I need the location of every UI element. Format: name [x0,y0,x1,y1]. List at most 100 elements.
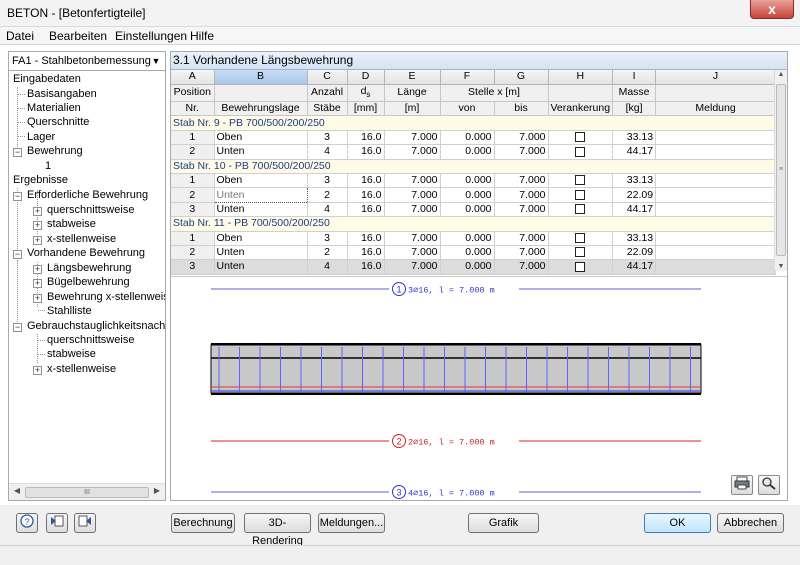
scroll-thumb[interactable]: III [25,487,149,498]
verankerung-cell[interactable] [548,144,614,160]
tree-item-bewehrung-1[interactable]: 1 [45,159,51,173]
meldung-cell[interactable] [655,130,777,146]
table-cell[interactable]: 33.13 [612,130,657,146]
expand-icon[interactable]: + [33,279,42,288]
table-cell[interactable]: 16.0 [347,173,385,189]
table-cell[interactable]: 2 [171,187,215,203]
table-cell[interactable]: 0.000 [440,144,495,160]
menu-einstellungen[interactable]: Einstellungen [115,29,187,43]
tree-item-gzg-x-stellenweise[interactable]: x-stellenweise [47,362,116,376]
column-letter[interactable]: I [612,70,657,85]
table-cell[interactable]: 0.000 [440,187,495,203]
table-row[interactable]: 1 Oben 3 16.0 7.000 0.000 7.000 33.13 [171,231,777,246]
verankerung-checkbox[interactable] [575,261,586,272]
tree-item-erforderliche-bewehrung[interactable]: Erforderliche Bewehrung [27,188,148,202]
expand-icon[interactable]: + [33,236,42,245]
verankerung-cell[interactable] [548,202,614,218]
tree-item-basisangaben[interactable]: Basisangaben [27,87,97,101]
tree-item-gebrauchstauglichkeit[interactable]: Gebrauchstauglichkeitsnachweis [27,319,165,333]
table-cell[interactable]: 3 [307,130,348,146]
table-cell[interactable]: 7.000 [384,231,441,246]
table-cell[interactable]: 7.000 [384,144,441,160]
table-cell[interactable]: 1 [171,173,215,189]
table-row[interactable]: 3 Unten 4 16.0 7.000 0.000 7.000 44.17 [171,202,777,218]
table-row[interactable]: 3 Unten 4 16.0 7.000 0.000 7.000 44.17 [171,259,777,275]
column-letter[interactable]: G [494,70,549,85]
tree-item-ergebnisse[interactable]: Ergebnisse [13,173,68,187]
table-cell[interactable]: 7.000 [494,173,549,189]
verankerung-checkbox[interactable] [575,247,586,258]
table-cell[interactable]: 3 [307,231,348,246]
table-cell[interactable]: 0.000 [440,245,495,261]
table-cell[interactable]: 7.000 [384,202,441,218]
table-cell[interactable]: Unten [214,259,308,275]
table-cell[interactable]: 7.000 [494,259,549,275]
meldung-cell[interactable] [655,202,777,218]
table-cell[interactable]: 0.000 [440,231,495,246]
navigator-hscrollbar[interactable]: ◀ III ▶ [9,483,165,500]
scroll-right-icon[interactable]: ▶ [151,486,163,495]
tree-item-materialien[interactable]: Materialien [27,101,81,115]
verankerung-cell[interactable] [548,173,614,189]
tree-item-stahlliste[interactable]: Stahlliste [47,304,92,318]
table-cell[interactable]: 2 [307,187,348,203]
tree-item-bewehrung-x-stellenweise[interactable]: Bewehrung x-stellenweise [47,290,165,304]
tree-item-buegelbewehrung[interactable]: Bügelbewehrung [47,275,130,289]
table-cell[interactable]: 7.000 [384,259,441,275]
table-row[interactable]: 1 Oben 3 16.0 7.000 0.000 7.000 33.13 [171,130,777,146]
table-cell[interactable]: Oben [214,173,308,189]
expand-icon[interactable]: + [33,221,42,230]
table-cell[interactable]: Unten [214,245,308,261]
collapse-icon[interactable]: − [13,250,22,259]
table-cell[interactable]: 16.0 [347,187,385,203]
close-button[interactable]: x [750,0,794,19]
help-button[interactable]: ? [16,513,38,533]
collapse-icon[interactable]: − [13,148,22,157]
verankerung-cell[interactable] [548,259,614,275]
expand-icon[interactable]: + [33,366,42,375]
column-letter[interactable]: H [548,70,614,85]
tree-item-querschnittsweise[interactable]: querschnittsweise [47,203,134,217]
table-cell[interactable]: 16.0 [347,144,385,160]
verankerung-cell[interactable] [548,187,614,203]
table-cell[interactable]: 0.000 [440,202,495,218]
table-cell[interactable]: 7.000 [494,245,549,261]
table-cell[interactable]: 33.13 [612,173,657,189]
table-cell[interactable]: 22.09 [612,245,657,261]
tree-item-vorhandene-bewehrung[interactable]: Vorhandene Bewehrung [27,246,145,260]
tree-item-laengsbewehrung[interactable]: Längsbewehrung [47,261,131,275]
table-cell[interactable]: 16.0 [347,245,385,261]
tree-item-gzg-stabweise[interactable]: stabweise [47,347,96,361]
table-cell[interactable]: 7.000 [494,231,549,246]
table-cell[interactable]: 2 [307,245,348,261]
menu-bearbeiten[interactable]: Bearbeiten [49,29,107,43]
tree-item-querschnitte[interactable]: Querschnitte [27,115,89,129]
grafik-button[interactable]: Grafik [468,513,539,533]
verankerung-cell[interactable] [548,245,614,261]
verankerung-checkbox[interactable] [575,175,586,186]
table-cell[interactable]: 3 [307,173,348,189]
print-icon[interactable] [731,475,753,495]
column-letter[interactable]: F [440,70,495,85]
scroll-up-icon[interactable]: ▲ [775,71,787,78]
berechnung-button[interactable]: Berechnung [171,513,235,533]
table-row[interactable]: 2 Unten 2 16.0 7.000 0.000 7.000 22.09 [171,187,777,203]
column-letter[interactable]: E [384,70,441,85]
table-cell[interactable]: Unten [214,202,308,218]
verankerung-checkbox[interactable] [575,132,586,143]
zoom-icon[interactable] [758,475,780,495]
table-cell[interactable]: Unten [213,187,308,203]
table-cell[interactable]: 16.0 [347,231,385,246]
scroll-left-icon[interactable]: ◀ [11,486,23,495]
meldung-cell[interactable] [655,144,777,160]
verankerung-checkbox[interactable] [575,146,586,157]
table-row[interactable]: 1 Oben 3 16.0 7.000 0.000 7.000 33.13 [171,173,777,189]
tree-item-gzg-querschnittsweise[interactable]: querschnittsweise [47,333,134,347]
table-cell[interactable]: 0.000 [440,130,495,146]
table-cell[interactable]: 7.000 [384,187,441,203]
verankerung-checkbox[interactable] [575,232,586,243]
table-cell[interactable]: 0.000 [440,173,495,189]
table-cell[interactable]: 7.000 [494,187,549,203]
table-cell[interactable]: 7.000 [494,130,549,146]
table-cell[interactable]: 16.0 [347,202,385,218]
